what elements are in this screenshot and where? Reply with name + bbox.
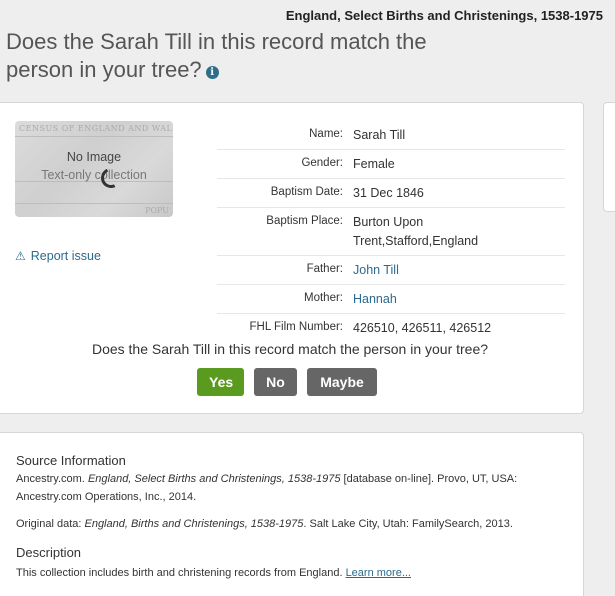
field-value: Female <box>353 157 395 171</box>
description-heading: Description <box>16 545 82 560</box>
field-row-father: Father: John Till <box>217 256 565 285</box>
text-only-label: Text-only collection <box>41 168 147 182</box>
match-buttons: Yes No Maybe <box>197 368 377 396</box>
learn-more-link[interactable]: Learn more... <box>346 567 411 579</box>
original-prefix: Original data: <box>16 518 85 530</box>
field-row-baptism-place: Baptism Place: Burton Upon Trent,Staffor… <box>217 208 565 256</box>
field-row-baptism-date: Baptism Date: 31 Dec 1846 <box>217 179 565 208</box>
field-value: Burton Upon Trent,Stafford,England <box>353 215 479 248</box>
source-information-heading: Source Information <box>16 453 126 468</box>
field-label: Baptism Date: <box>270 186 343 198</box>
maybe-button[interactable]: Maybe <box>307 368 377 396</box>
field-row-fhl-film-number: FHL Film Number: 426510, 426511, 426512 <box>217 314 565 342</box>
warning-icon: ⚠ <box>15 249 26 263</box>
field-value: 31 Dec 1846 <box>353 186 424 200</box>
thumbnail-census-text: CENSUS OF ENGLAND AND WALES, <box>19 124 173 133</box>
source-information-card: Source Information Ancestry.com. England… <box>0 432 584 596</box>
description-body: This collection includes birth and chris… <box>16 567 346 579</box>
record-fields: Name: Sarah Till Gender: Female Baptism … <box>217 121 565 342</box>
original-title: England, Births and Christenings, 1538-1… <box>84 518 304 530</box>
original-data-citation: Original data: England, Births and Chris… <box>16 515 571 533</box>
original-suffix: . Salt Lake City, Utah: FamilySearch, 20… <box>303 518 513 530</box>
field-label: Baptism Place: <box>266 215 343 227</box>
yes-button[interactable]: Yes <box>197 368 244 396</box>
father-link[interactable]: John Till <box>343 261 555 280</box>
report-issue-link[interactable]: ⚠ Report issue <box>15 249 101 263</box>
field-label: Mother: <box>304 292 343 304</box>
field-label: Father: <box>306 263 343 275</box>
field-label: Gender: <box>301 157 343 169</box>
source-citation: Ancestry.com. England, Select Births and… <box>16 470 571 506</box>
info-icon[interactable]: i <box>205 66 219 79</box>
report-issue-label: Report issue <box>30 249 101 263</box>
field-row-gender: Gender: Female <box>217 150 565 179</box>
no-image-label: No Image <box>66 150 122 164</box>
citation-prefix: Ancestry.com. <box>16 473 88 485</box>
side-panel-card <box>603 102 615 212</box>
collection-title: England, Select Births and Christenings,… <box>285 8 603 23</box>
field-row-mother: Mother: Hannah <box>217 285 565 314</box>
field-label: Name: <box>309 128 343 140</box>
field-label: FHL Film Number: <box>249 321 344 333</box>
page-heading: Does the Sarah Till in this record match… <box>6 28 486 84</box>
field-row-name: Name: Sarah Till <box>217 121 565 150</box>
record-image-thumbnail[interactable]: CENSUS OF ENGLAND AND WALES, POPU No Ima… <box>15 121 173 217</box>
match-question: Does the Sarah Till in this record match… <box>91 341 489 357</box>
record-card: CENSUS OF ENGLAND AND WALES, POPU No Ima… <box>0 102 584 414</box>
description-text: This collection includes birth and chris… <box>16 564 571 582</box>
thumbnail-rule <box>15 203 173 204</box>
citation-title: England, Select Births and Christenings,… <box>87 473 341 485</box>
thumbnail-rule <box>15 136 173 137</box>
no-button[interactable]: No <box>254 368 297 396</box>
mother-link[interactable]: Hannah <box>343 290 555 309</box>
field-value: 426510, 426511, 426512 <box>353 321 492 335</box>
thumbnail-popu-text: POPU <box>145 206 169 215</box>
field-value: Sarah Till <box>353 128 406 142</box>
